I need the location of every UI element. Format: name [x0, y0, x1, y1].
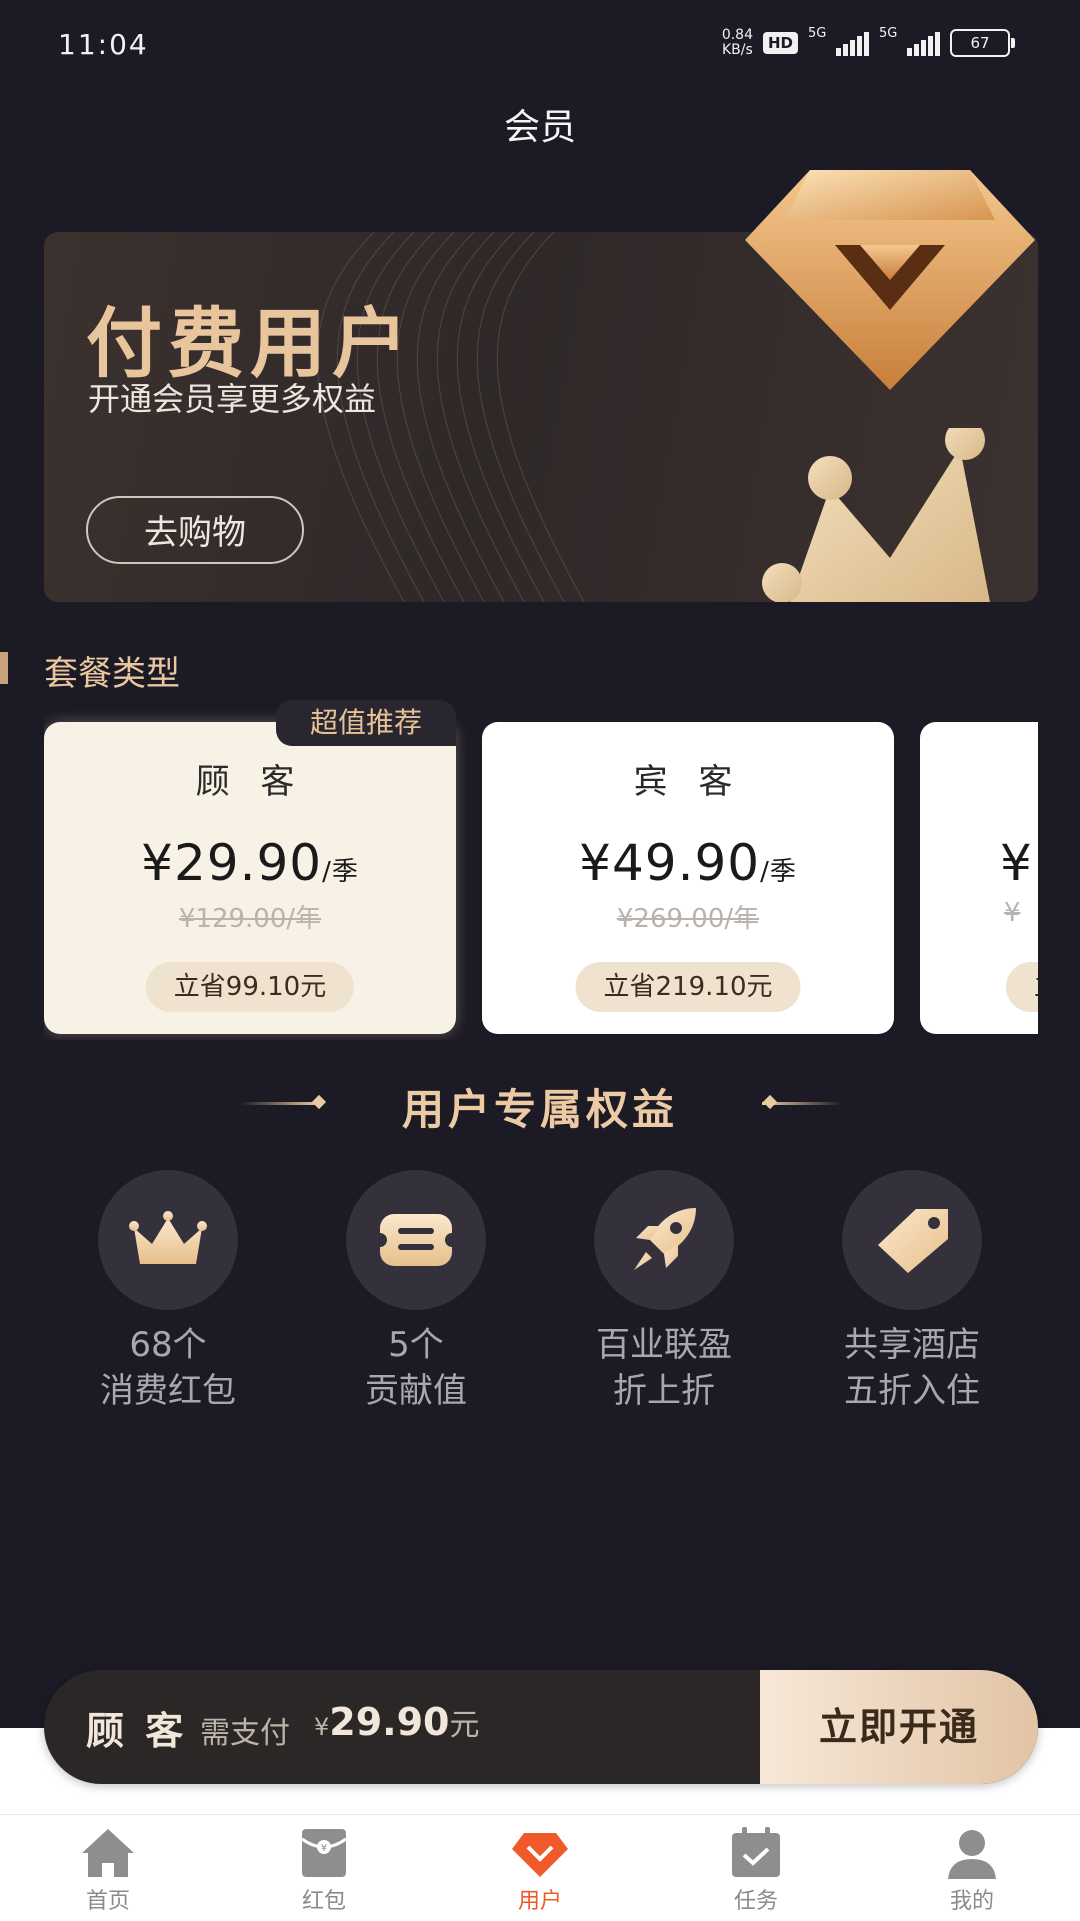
benefit-value: 5个 — [388, 1325, 444, 1365]
home-icon — [82, 1829, 134, 1877]
tab-red-envelope[interactable]: ¥ 红包 — [216, 1815, 432, 1921]
activate-now-button[interactable]: 立即开通 — [760, 1670, 1038, 1784]
rocket-icon — [634, 1208, 696, 1270]
benefit-icon-wrap — [842, 1170, 982, 1310]
red-envelope-icon: ¥ — [301, 1829, 347, 1877]
benefit-label: 折上折 — [613, 1371, 715, 1411]
benefit-label: 消费红包 — [100, 1371, 236, 1411]
signal-icon: 5G — [808, 26, 869, 56]
plan-card-guest[interactable]: 超值推荐 顾 客 ¥29.90/季 ¥129.00/年 立省99.10元 — [44, 700, 456, 1034]
tab-home[interactable]: 首页 — [0, 1815, 216, 1921]
plan-savings: 立省219.10元 — [575, 962, 801, 1012]
plan-price: ¥ — [1000, 834, 1033, 892]
plan-original-price: ¥129.00/年 — [178, 904, 322, 934]
benefit-value: 共享酒店 — [844, 1325, 980, 1365]
tag-icon — [878, 1209, 948, 1273]
benefit-icon-wrap — [346, 1170, 486, 1310]
tab-label: 任务 — [733, 1889, 778, 1914]
person-icon — [948, 1830, 996, 1879]
calendar-check-icon — [732, 1827, 780, 1877]
signal-icon: 5G — [879, 26, 940, 56]
benefit-label: 五折入住 — [844, 1371, 980, 1411]
benefit-contribution[interactable]: 5个 贡献值 — [296, 1170, 536, 1414]
plan-original-price: ¥269.00/年 — [616, 904, 760, 934]
battery-icon: 67 — [950, 29, 1015, 57]
page-title: 会员 — [503, 107, 576, 148]
benefit-alliance[interactable]: 百业联盈 折上折 — [544, 1170, 784, 1414]
status-indicators: 0.84 KB/s HD 5G 5G 67 — [721, 26, 1015, 58]
tab-label: 用户 — [517, 1889, 562, 1914]
plan-original-price: ¥ — [1004, 898, 1021, 928]
title-decoration-right — [762, 1102, 842, 1105]
plan-list[interactable]: 超值推荐 顾 客 ¥29.90/季 ¥129.00/年 立省99.10元 宾 客… — [44, 700, 1038, 1040]
plan-card-vip-guest[interactable]: 宾 客 ¥49.90/季 ¥269.00/年 立省219.10元 — [482, 722, 894, 1034]
selected-plan-name: 顾 客 — [86, 1709, 188, 1753]
ticket-icon — [376, 1214, 456, 1266]
tab-label: 红包 — [301, 1889, 346, 1914]
payment-bar: 顾 客 需支付 ¥29.90元 立即开通 — [44, 1670, 1038, 1784]
status-time: 11:04 — [58, 28, 149, 61]
plan-price: ¥29.90/季 — [141, 834, 359, 892]
user-diamond-icon — [512, 1833, 568, 1877]
benefit-icon-wrap — [98, 1170, 238, 1310]
network-speed: 0.84 KB/s — [721, 27, 753, 58]
benefit-label: 贡献值 — [365, 1371, 467, 1411]
status-bar: 11:04 0.84 KB/s HD 5G 5G 67 — [0, 0, 1080, 90]
svg-text:¥: ¥ — [321, 1843, 327, 1854]
benefit-red-packets[interactable]: 68个 消费红包 — [48, 1170, 288, 1414]
banner-subtitle: 开通会员享更多权益 — [88, 380, 377, 418]
benefits-title: 用户专属权益 — [401, 1085, 678, 1134]
benefit-icon-wrap — [594, 1170, 734, 1310]
hd-icon: HD — [762, 32, 798, 54]
plan-card-partial[interactable]: ¥ ¥ 立 — [920, 722, 1038, 1034]
membership-banner: 付费用户 开通会员享更多权益 去购物 — [44, 170, 1038, 602]
tab-tasks[interactable]: 任务 — [648, 1815, 864, 1921]
tab-label: 我的 — [949, 1889, 994, 1914]
crown-decoration — [762, 428, 990, 602]
benefit-hotel[interactable]: 共享酒店 五折入住 — [792, 1170, 1032, 1414]
section-title: 套餐类型 — [44, 654, 180, 694]
plan-savings: 立 — [1006, 962, 1038, 1012]
crown-icon — [129, 1211, 207, 1264]
benefit-value: 百业联盈 — [596, 1325, 732, 1365]
need-pay-label: 需支付 — [200, 1716, 290, 1751]
plan-savings: 立省99.10元 — [145, 962, 355, 1012]
go-shopping-button[interactable]: 去购物 — [86, 496, 304, 564]
tab-user[interactable]: 用户 — [432, 1815, 648, 1921]
plan-name: 顾 客 — [195, 762, 305, 802]
tab-mine[interactable]: 我的 — [864, 1815, 1080, 1921]
pay-amount: ¥29.90元 — [314, 1700, 480, 1744]
tab-label: 首页 — [85, 1889, 130, 1914]
recommend-badge: 超值推荐 — [276, 700, 456, 746]
plan-price: ¥49.90/季 — [579, 834, 797, 892]
bottom-tab-bar: 首页 ¥ 红包 用户 任务 我的 — [0, 1814, 1080, 1921]
plan-name: 宾 客 — [633, 762, 743, 802]
section-accent — [0, 652, 8, 684]
benefit-value: 68个 — [129, 1325, 207, 1365]
diamond-icon — [745, 170, 1035, 390]
